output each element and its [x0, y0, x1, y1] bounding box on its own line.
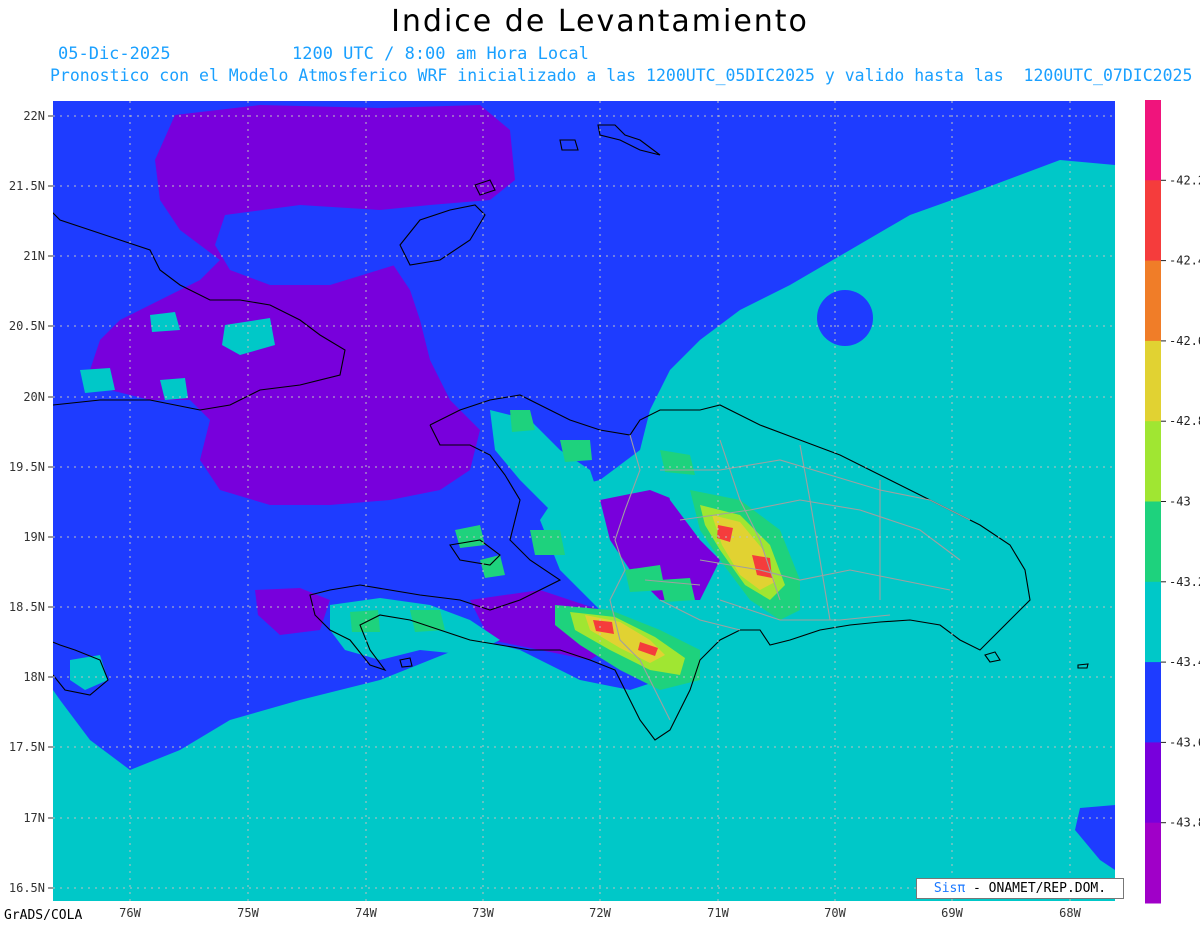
map-plot-area — [53, 101, 1115, 901]
lon-label: 70W — [824, 906, 846, 920]
color-bar: -42.2 -42.4 -42.6 -42.8 -43 -43.2 -43.4 -43.6 -4… — [1145, 100, 1200, 904]
latitude-labels: 22N 21.5N 21N 20.5N 20N 19.5N 19N 18.5N … — [9, 109, 45, 895]
lon-label: 76W — [119, 906, 141, 920]
lat-label: 20.5N — [9, 319, 45, 333]
lon-label: 69W — [941, 906, 963, 920]
sispi-logo: Sisπ — [933, 881, 966, 896]
colorbar-swatch — [1145, 421, 1161, 502]
lon-label: 75W — [237, 906, 259, 920]
axis-ticks — [48, 115, 53, 889]
longitude-labels: 76W 75W 74W 73W 72W 71W 70W 69W 68W — [119, 906, 1081, 920]
colorbar-label: -43.2 — [1169, 575, 1200, 589]
lon-label: 68W — [1059, 906, 1081, 920]
colorbar-label: -43.6 — [1169, 735, 1200, 749]
colorbar-swatch — [1145, 662, 1161, 743]
lat-label: 17N — [23, 811, 45, 825]
colorbar-label: -42.6 — [1169, 334, 1200, 348]
colorbar-label: -43 — [1169, 495, 1191, 509]
lat-label: 18.5N — [9, 600, 45, 614]
credit-box: Sisπ - ONAMET/REP.DOM. — [916, 878, 1124, 899]
lat-label: 16.5N — [9, 881, 45, 895]
colorbar-label: -42.8 — [1169, 414, 1200, 428]
colorbar-swatch — [1145, 501, 1161, 583]
lat-label: 17.5N — [9, 740, 45, 754]
lon-label: 72W — [589, 906, 611, 920]
colorbar-label: -43.4 — [1169, 655, 1200, 669]
lat-label: 21N — [23, 249, 45, 263]
lat-label: 19N — [23, 530, 45, 544]
colorbar-label: -42.2 — [1169, 173, 1200, 187]
lat-label: 22N — [23, 109, 45, 123]
lat-label: 18N — [23, 670, 45, 684]
colorbar-swatch — [1145, 260, 1161, 342]
field-blue-spot — [817, 290, 873, 346]
lat-label: 19.5N — [9, 460, 45, 474]
lat-label: 20N — [23, 390, 45, 404]
lon-label: 73W — [472, 906, 494, 920]
software-credit: GrADS/COLA — [4, 908, 83, 923]
colorbar-swatch — [1145, 581, 1161, 663]
lon-label: 71W — [707, 906, 729, 920]
lifted-index-map: 22N 21.5N 21N 20.5N 20N 19.5N 19N 18.5N … — [9, 100, 1200, 920]
colorbar-swatch — [1145, 180, 1161, 262]
lat-label: 21.5N — [9, 179, 45, 193]
lon-label: 74W — [355, 906, 377, 920]
colorbar-swatch — [1145, 742, 1161, 824]
colorbar-label: -42.4 — [1169, 254, 1200, 268]
colorbar-swatch — [1145, 822, 1161, 904]
colorbar-swatch — [1145, 100, 1161, 181]
credit-text: - ONAMET/REP.DOM. — [965, 881, 1107, 896]
colorbar-label: -43.8 — [1169, 816, 1200, 830]
colorbar-swatch — [1145, 340, 1161, 422]
